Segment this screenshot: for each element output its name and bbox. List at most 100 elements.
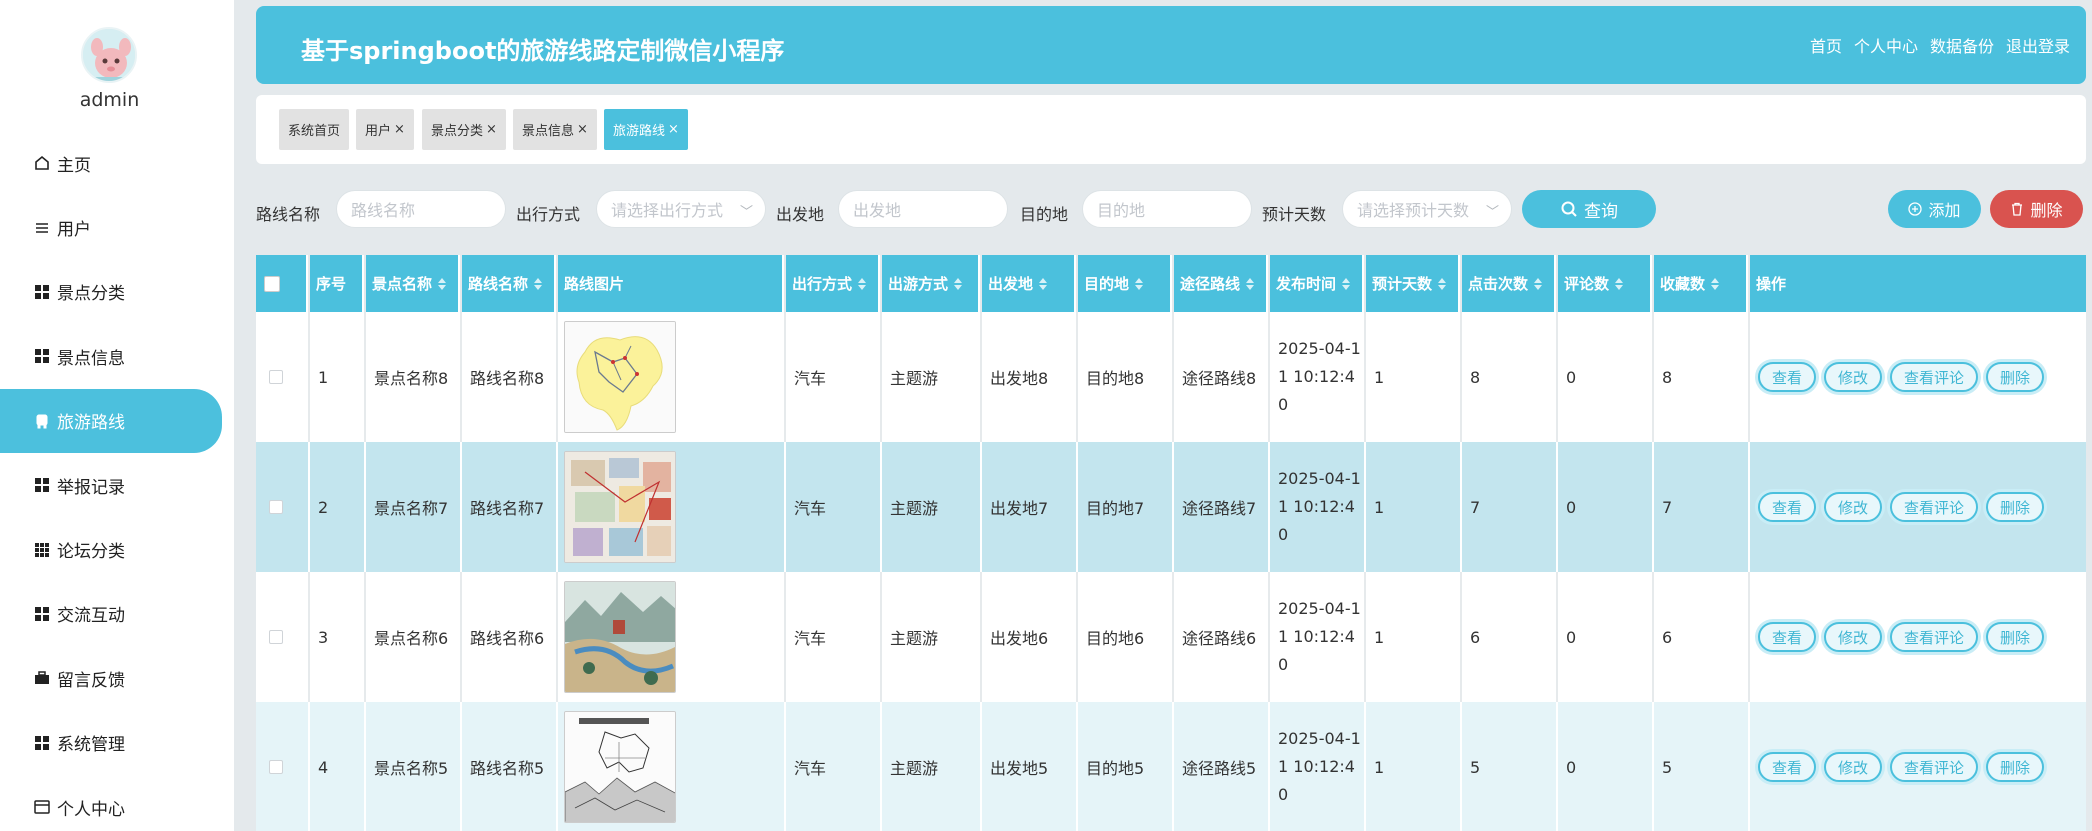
view-comments-button[interactable]: 查看评论	[1890, 362, 1979, 392]
departure-input[interactable]: 出发地	[838, 190, 1008, 228]
cell-days: 1	[1366, 572, 1462, 702]
delete-row-button[interactable]: 删除	[1986, 752, 2045, 782]
sidebar-item-home[interactable]: 主页	[0, 131, 234, 195]
sort-icon[interactable]	[1534, 277, 1543, 290]
sidebar-item-spot-category[interactable]: 景点分类	[0, 260, 234, 324]
add-button[interactable]: 添加	[1888, 190, 1981, 228]
route-name-input[interactable]: 路线名称	[336, 190, 506, 228]
view-button[interactable]: 查看	[1758, 622, 1817, 652]
route-image[interactable]	[564, 451, 676, 563]
col-comments[interactable]: 评论数	[1558, 255, 1652, 312]
header-link-logout[interactable]: 退出登录	[2006, 33, 2070, 57]
row-checkbox[interactable]	[269, 760, 283, 774]
bus-icon	[33, 412, 57, 430]
col-label: 序号	[316, 275, 347, 293]
col-route-image: 路线图片	[558, 255, 784, 312]
sidebar-item-interaction[interactable]: 交流互动	[0, 582, 234, 646]
sidebar: admin 主页 用户 景点分类 景点信息 旅游路线 举报记录 论坛分类 交流互…	[0, 0, 234, 831]
row-checkbox[interactable]	[269, 630, 283, 644]
delete-button[interactable]: 删除	[1990, 190, 2083, 228]
close-icon[interactable]: ×	[394, 122, 405, 137]
travel-mode-select[interactable]: 请选择出行方式 ﹀	[596, 190, 766, 228]
select-all-checkbox[interactable]	[264, 275, 280, 292]
header-links: 首页 个人中心 数据备份 退出登录	[1810, 33, 2070, 57]
col-destination[interactable]: 目的地	[1078, 255, 1172, 312]
view-button[interactable]: 查看	[1758, 752, 1817, 782]
col-publish-time[interactable]: 发布时间	[1270, 255, 1364, 312]
close-icon[interactable]: ×	[668, 122, 679, 137]
tab-users[interactable]: 用户 ×	[356, 109, 414, 150]
col-departure[interactable]: 出发地	[982, 255, 1076, 312]
close-icon[interactable]: ×	[577, 122, 588, 137]
delete-row-button[interactable]: 删除	[1986, 492, 2045, 522]
edit-button[interactable]: 修改	[1824, 752, 1883, 782]
tab-spot-category[interactable]: 景点分类 ×	[422, 109, 506, 150]
sidebar-item-feedback[interactable]: 留言反馈	[0, 646, 234, 710]
sort-icon[interactable]	[1246, 277, 1255, 290]
view-comments-button[interactable]: 查看评论	[1890, 622, 1979, 652]
delete-row-button[interactable]: 删除	[1986, 362, 2045, 392]
sidebar-item-system[interactable]: 系统管理	[0, 711, 234, 775]
days-select[interactable]: 请选择预计天数 ﹀	[1342, 190, 1512, 228]
col-route-name[interactable]: 路线名称	[462, 255, 556, 312]
sort-icon[interactable]	[1039, 277, 1048, 290]
cell-days: 1	[1366, 702, 1462, 831]
col-tour-type[interactable]: 出游方式	[882, 255, 980, 312]
col-travel-mode[interactable]: 出行方式	[786, 255, 880, 312]
col-days[interactable]: 预计天数	[1366, 255, 1460, 312]
cell-comments: 0	[1558, 312, 1654, 442]
sort-icon[interactable]	[954, 277, 963, 290]
header-link-profile[interactable]: 个人中心	[1854, 33, 1918, 57]
cell-route: 路线名称8	[462, 312, 558, 442]
sort-icon[interactable]	[1135, 277, 1144, 290]
sidebar-item-reports[interactable]: 举报记录	[0, 453, 234, 517]
grid-icon	[33, 347, 57, 365]
col-clicks[interactable]: 点击次数	[1462, 255, 1556, 312]
tab-spot-info[interactable]: 景点信息 ×	[513, 109, 597, 150]
sidebar-item-profile[interactable]: 个人中心	[0, 775, 234, 831]
avatar[interactable]	[81, 27, 137, 83]
sidebar-item-users[interactable]: 用户	[0, 195, 234, 259]
col-spot-name[interactable]: 景点名称	[366, 255, 460, 312]
tab-travel-routes[interactable]: 旅游路线 ×	[604, 109, 688, 150]
view-button[interactable]: 查看	[1758, 362, 1817, 392]
sort-icon[interactable]	[534, 277, 543, 290]
tab-home[interactable]: 系统首页	[279, 109, 350, 150]
col-label: 收藏数	[1660, 275, 1706, 293]
col-label: 景点名称	[372, 275, 433, 293]
row-checkbox-cell	[256, 442, 310, 572]
grid-icon	[33, 605, 57, 623]
close-icon[interactable]: ×	[486, 122, 497, 137]
sidebar-nav: 主页 用户 景点分类 景点信息 旅游路线 举报记录 论坛分类 交流互动 留言反馈…	[0, 131, 234, 831]
sort-icon[interactable]	[1615, 277, 1624, 290]
sidebar-item-spot-info[interactable]: 景点信息	[0, 324, 234, 388]
view-comments-button[interactable]: 查看评论	[1890, 492, 1979, 522]
sort-icon[interactable]	[1438, 277, 1447, 290]
cell-from: 出发地6	[982, 572, 1078, 702]
route-image[interactable]	[564, 321, 676, 433]
sort-icon[interactable]	[438, 277, 447, 290]
row-checkbox[interactable]	[269, 370, 283, 384]
edit-button[interactable]: 修改	[1824, 492, 1883, 522]
sidebar-item-travel-routes[interactable]: 旅游路线	[0, 388, 222, 453]
delete-row-button[interactable]: 删除	[1986, 622, 2045, 652]
sort-icon[interactable]	[1711, 277, 1720, 290]
cell-to: 目的地7	[1078, 442, 1174, 572]
row-checkbox[interactable]	[269, 500, 283, 514]
header-link-backup[interactable]: 数据备份	[1930, 33, 1994, 57]
view-button[interactable]: 查看	[1758, 492, 1817, 522]
sidebar-item-forum-category[interactable]: 论坛分类	[0, 517, 234, 581]
route-image[interactable]	[564, 581, 676, 693]
view-comments-button[interactable]: 查看评论	[1890, 752, 1979, 782]
query-button[interactable]: 查询	[1522, 190, 1656, 228]
header-link-home[interactable]: 首页	[1810, 33, 1842, 57]
destination-input[interactable]: 目的地	[1082, 190, 1252, 228]
cell-via: 途径路线6	[1174, 572, 1270, 702]
sort-icon[interactable]	[1342, 277, 1351, 290]
edit-button[interactable]: 修改	[1824, 362, 1883, 392]
edit-button[interactable]: 修改	[1824, 622, 1883, 652]
route-image[interactable]	[564, 711, 676, 823]
col-favorites[interactable]: 收藏数	[1654, 255, 1748, 312]
col-via-route[interactable]: 途径路线	[1174, 255, 1268, 312]
sort-icon[interactable]	[858, 277, 867, 290]
